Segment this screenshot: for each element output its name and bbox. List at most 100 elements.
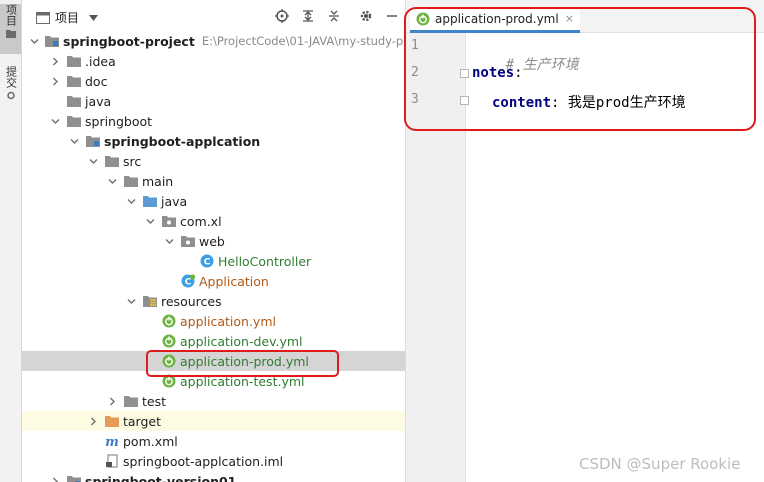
tree-node-label: target — [123, 413, 162, 429]
expand-arrow-icon[interactable] — [87, 155, 99, 167]
collapse-arrow-icon[interactable] — [49, 475, 61, 482]
commit-tool-button[interactable]: 提交 — [0, 66, 21, 110]
tree-node-pom-xml[interactable]: m pom.xml — [22, 431, 405, 451]
tree-node-label: Application — [199, 273, 269, 289]
tree-node-label: springboot-project — [63, 33, 195, 49]
annotation-box-selected-file — [146, 350, 339, 377]
project-panel: 项目 springboot-project E:\ProjectCode\01-J… — [22, 0, 406, 482]
expand-arrow-icon[interactable] — [106, 175, 118, 187]
tree-node-label: springboot-applcation — [104, 133, 261, 149]
expand-arrow-icon[interactable] — [125, 295, 137, 307]
tool-window-strip: 项目 提交 — [0, 0, 22, 482]
tree-node-java[interactable]: java — [22, 191, 405, 211]
tree-node-application[interactable]: C Application — [22, 271, 405, 291]
resources-folder-icon — [142, 293, 158, 309]
gear-icon[interactable] — [359, 9, 373, 23]
module-folder-icon — [44, 33, 60, 49]
package-icon — [161, 213, 177, 229]
folder-icon — [5, 30, 16, 38]
tree-node-label: main — [142, 173, 174, 189]
tree-node-application-yml[interactable]: application.yml — [22, 311, 405, 331]
tree-node-label: resources — [161, 293, 222, 309]
spring-class-icon: C — [180, 273, 196, 289]
expand-all-icon[interactable] — [301, 9, 315, 23]
tree-node-label: springboot-version01 — [85, 473, 237, 482]
tree-node-hellocontroller[interactable]: C HelloController — [22, 251, 405, 271]
tree-node-doc[interactable]: doc — [22, 71, 405, 91]
tree-node-resources[interactable]: resources — [22, 291, 405, 311]
tree-node-com-xl[interactable]: com.xl — [22, 211, 405, 231]
tree-node-target[interactable]: target — [22, 411, 405, 431]
expand-arrow-icon[interactable] — [30, 35, 39, 47]
tree-node-label: java — [85, 93, 112, 109]
collapse-arrow-icon[interactable] — [87, 415, 99, 427]
iml-icon — [104, 453, 120, 469]
tree-node-label: application.yml — [180, 313, 276, 329]
folder-icon — [66, 73, 82, 89]
maven-icon: m — [104, 433, 120, 449]
project-path-note: E:\ProjectCode\01-JAVA\my-study-pro — [201, 34, 406, 48]
tree-node-label: web — [199, 233, 225, 249]
expand-arrow-icon[interactable] — [49, 115, 61, 127]
source-folder-icon — [142, 193, 158, 209]
package-icon — [180, 233, 196, 249]
locate-icon[interactable] — [275, 9, 289, 23]
tree-node-application-dev-yml[interactable]: application-dev.yml — [22, 331, 405, 351]
folder-icon — [104, 153, 120, 169]
project-view-icon — [36, 11, 50, 24]
tree-node-web[interactable]: web — [22, 231, 405, 251]
tree-node-label: java — [161, 193, 188, 209]
tree-node-label: .idea — [85, 53, 116, 69]
excluded-folder-icon — [104, 413, 120, 429]
annotation-box-editor — [404, 7, 756, 131]
watermark: CSDN @Super Rookie — [579, 455, 741, 473]
class-icon: C — [199, 253, 215, 269]
tree-node-label: HelloController — [218, 253, 312, 269]
svg-text:m: m — [105, 435, 119, 448]
tree-node-label: doc — [85, 73, 108, 89]
commit-icon — [6, 91, 15, 100]
tree-node-label: application-dev.yml — [180, 333, 303, 349]
expand-arrow-icon[interactable] — [163, 235, 175, 247]
collapse-arrow-icon[interactable] — [49, 75, 61, 87]
collapse-arrow-icon[interactable] — [106, 395, 118, 407]
tree-node-springboot-applcation-iml[interactable]: springboot-applcation.iml — [22, 451, 405, 471]
tree-node-label: springboot — [85, 113, 153, 129]
tree-node-src[interactable]: src — [22, 151, 405, 171]
folder-icon — [66, 53, 82, 69]
spring-yml-icon — [161, 333, 177, 349]
tree-node-springboot-applcation[interactable]: springboot-applcation — [22, 131, 405, 151]
expand-arrow-icon[interactable] — [125, 195, 137, 207]
tree-node-springboot[interactable]: springboot — [22, 111, 405, 131]
tree-node-main[interactable]: main — [22, 171, 405, 191]
tree-node-label: pom.xml — [123, 433, 178, 449]
collapse-arrow-icon[interactable] — [49, 55, 61, 67]
commit-tool-label: 提交 — [4, 66, 18, 88]
expand-arrow-icon[interactable] — [144, 215, 156, 227]
project-view-selector[interactable]: 项目 — [36, 9, 99, 26]
tree-node-springboot-version01[interactable]: springboot-version01 — [22, 471, 405, 482]
project-view-label: 项目 — [55, 11, 80, 25]
expand-arrow-icon[interactable] — [68, 135, 80, 147]
folder-icon — [66, 113, 82, 129]
tree-node-idea[interactable]: .idea — [22, 51, 405, 71]
tree-node-label: src — [123, 153, 142, 169]
tree-node-test[interactable]: test — [22, 391, 405, 411]
spring-yml-icon — [161, 313, 177, 329]
project-toolbar: 项目 — [22, 0, 405, 31]
folder-icon — [123, 173, 139, 189]
hide-icon[interactable] — [385, 9, 399, 23]
tree-node-java[interactable]: java — [22, 91, 405, 111]
svg-text:C: C — [185, 278, 192, 288]
project-tool-button[interactable]: 项目 — [0, 4, 21, 54]
tree-node-label: springboot-applcation.iml — [123, 453, 284, 469]
collapse-all-icon[interactable] — [327, 9, 341, 23]
folder-icon — [123, 393, 139, 409]
tree-node-springboot-project[interactable]: springboot-project E:\ProjectCode\01-JAVA… — [22, 31, 406, 51]
tree-node-label: com.xl — [180, 213, 222, 229]
